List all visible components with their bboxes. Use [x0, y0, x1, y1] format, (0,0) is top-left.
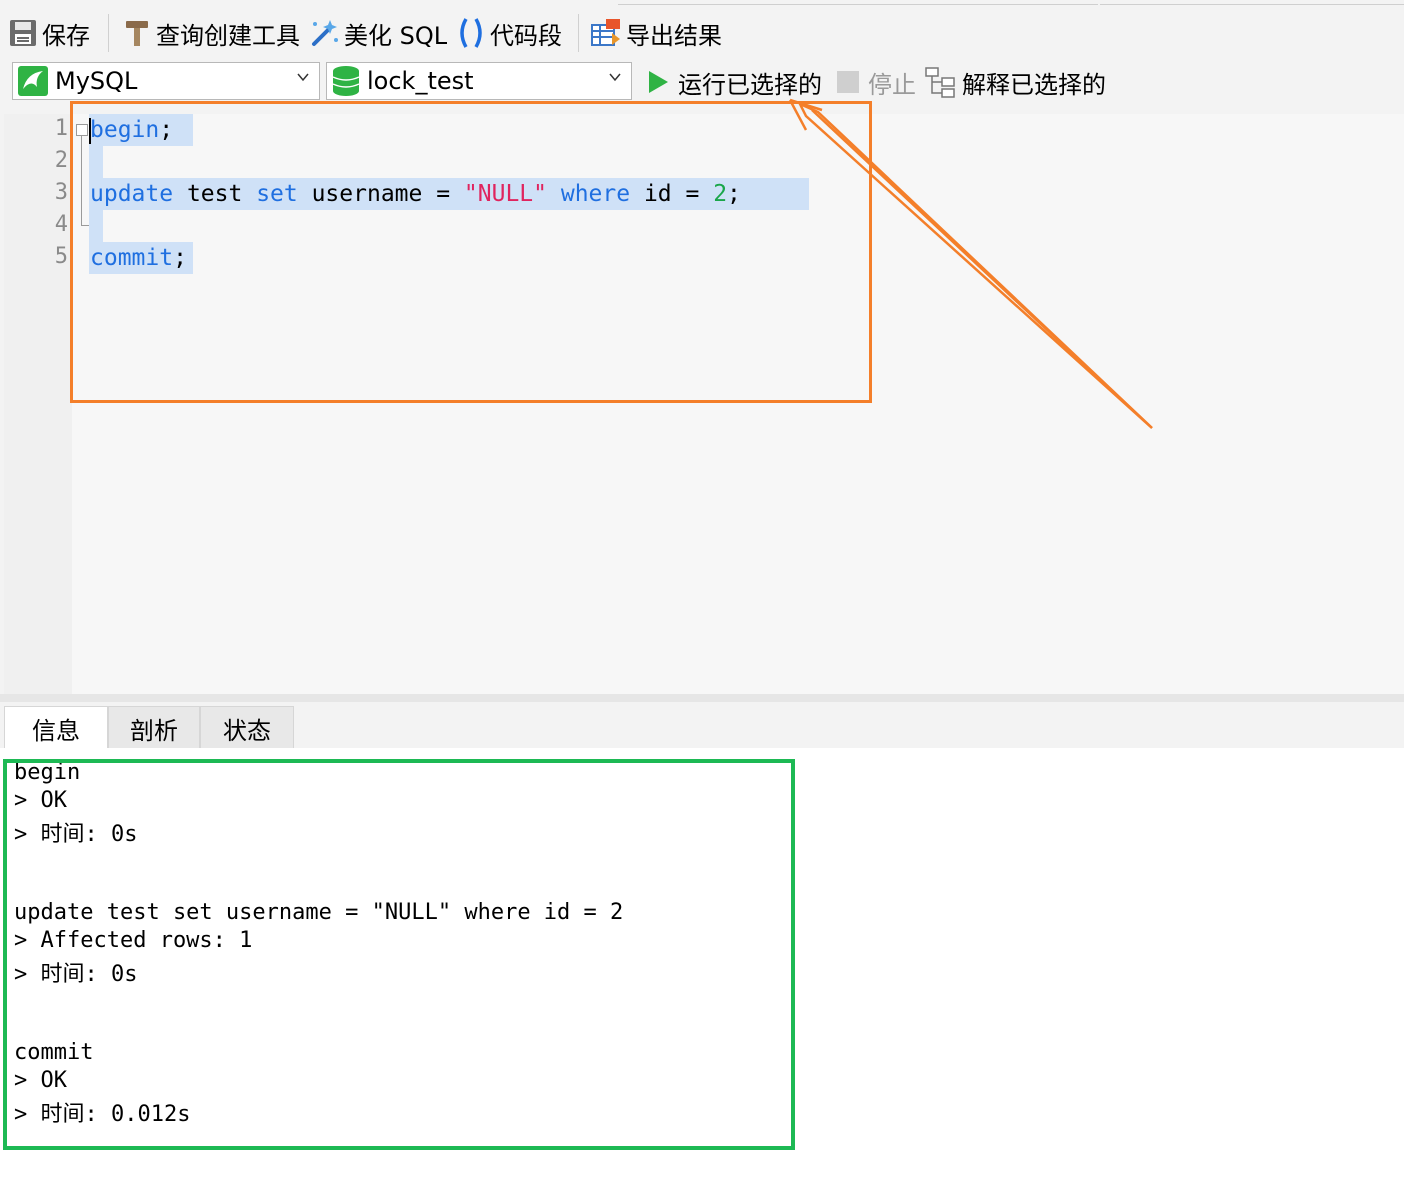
- annotation-arrow-icon: [788, 98, 1153, 429]
